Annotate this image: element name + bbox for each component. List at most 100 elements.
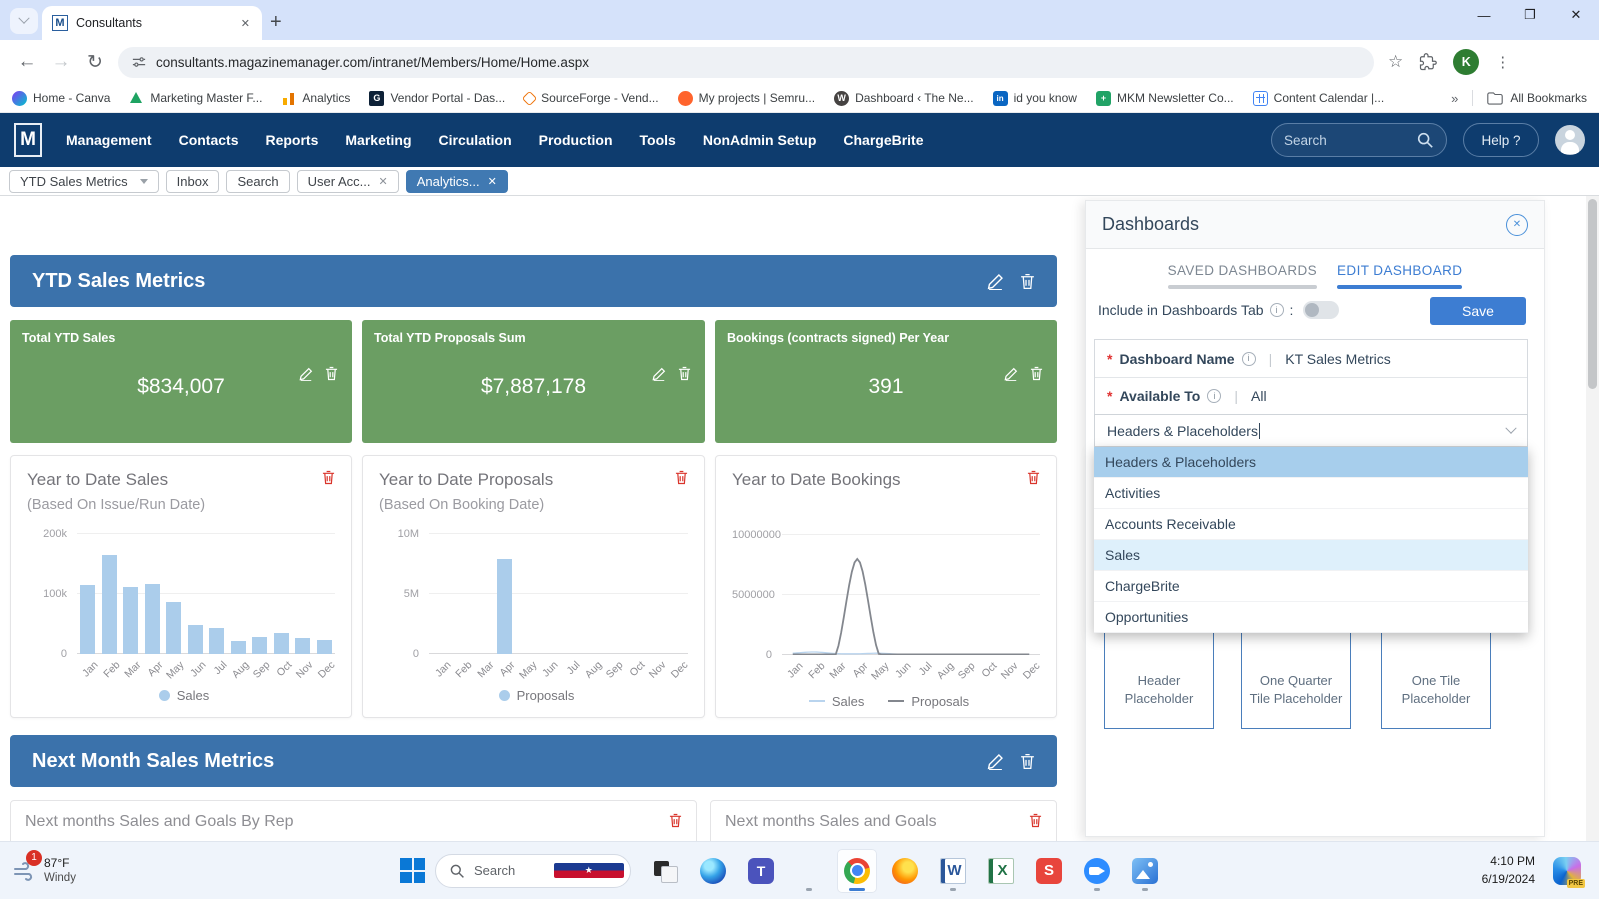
tab-close-icon[interactable]: ✕ xyxy=(379,175,388,188)
nav-item-tools[interactable]: Tools xyxy=(640,132,676,148)
excel-taskbar-icon[interactable]: X xyxy=(981,849,1021,893)
tab-close-icon[interactable]: ✕ xyxy=(488,175,497,188)
word-taskbar-icon[interactable]: W xyxy=(933,849,973,893)
tab-analytics[interactable]: Analytics...✕ xyxy=(406,170,508,193)
dashboard-name-value[interactable]: KT Sales Metrics xyxy=(1285,351,1391,367)
trash-icon[interactable] xyxy=(1020,273,1035,290)
bookmark-star-icon[interactable]: ☆ xyxy=(1388,52,1403,72)
trash-icon[interactable] xyxy=(322,470,335,488)
trash-icon[interactable] xyxy=(678,366,691,381)
edit-icon[interactable] xyxy=(987,273,1004,290)
widget-category-combobox[interactable]: Headers & Placeholders xyxy=(1094,414,1528,447)
info-icon[interactable]: i xyxy=(1207,389,1221,403)
tab-ytd-sales-metrics[interactable]: YTD Sales Metrics xyxy=(9,170,159,193)
bookmark-item[interactable]: My projects | Semru... xyxy=(678,91,815,106)
dropdown-option-headers-placeholders[interactable]: Headers & Placeholders xyxy=(1094,447,1528,478)
file-explorer-taskbar-icon[interactable] xyxy=(789,849,829,893)
nav-item-marketing[interactable]: Marketing xyxy=(345,132,411,148)
nav-item-chargebrite[interactable]: ChargeBrite xyxy=(843,132,923,148)
start-button[interactable] xyxy=(400,858,425,883)
edit-icon[interactable] xyxy=(1004,366,1018,381)
bookmark-item[interactable]: WDashboard ‹ The Ne... xyxy=(834,91,974,106)
chevron-down-icon[interactable] xyxy=(1505,422,1516,433)
tab-search-button[interactable] xyxy=(10,8,38,34)
bookmark-item[interactable]: GVendor Portal - Das... xyxy=(369,91,505,106)
bookmark-item[interactable]: Content Calendar |... xyxy=(1253,91,1385,106)
app-logo[interactable]: M xyxy=(14,123,42,157)
dropdown-option-accounts-receivable[interactable]: Accounts Receivable xyxy=(1094,509,1528,540)
nav-item-circulation[interactable]: Circulation xyxy=(439,132,512,148)
trash-icon[interactable] xyxy=(1029,813,1042,831)
available-to-value[interactable]: All xyxy=(1251,388,1267,404)
trash-icon[interactable] xyxy=(669,813,682,831)
juneteenth-flag-icon[interactable] xyxy=(554,863,625,878)
extensions-icon[interactable] xyxy=(1419,53,1437,71)
tab-inbox[interactable]: Inbox xyxy=(166,170,220,193)
edge-taskbar-icon[interactable] xyxy=(693,849,733,893)
teams-taskbar-icon[interactable]: T xyxy=(741,849,781,893)
snagit-taskbar-icon[interactable]: S xyxy=(1029,849,1069,893)
nav-item-management[interactable]: Management xyxy=(66,132,152,148)
bookmarks-overflow-icon[interactable]: » xyxy=(1451,91,1458,106)
bookmark-item[interactable]: +MKM Newsletter Co... xyxy=(1096,91,1234,106)
trash-icon[interactable] xyxy=(325,366,338,381)
metric-card-total-ytd-sales[interactable]: Total YTD Sales $834,007 xyxy=(10,320,352,443)
firefox-taskbar-icon[interactable] xyxy=(885,849,925,893)
info-icon[interactable]: i xyxy=(1242,352,1256,366)
scrollbar-thumb[interactable] xyxy=(1588,199,1597,389)
metric-card-bookings-per-year[interactable]: Bookings (contracts signed) Per Year 391 xyxy=(715,320,1057,443)
url-bar[interactable]: consultants.magazinemanager.com/intranet… xyxy=(118,47,1374,78)
back-icon[interactable]: ← xyxy=(10,51,44,73)
available-to-field[interactable]: * Available To i | All xyxy=(1095,377,1527,414)
bookmark-item[interactable]: SourceForge - Vend... xyxy=(524,91,658,105)
include-toggle[interactable] xyxy=(1303,301,1339,319)
browser-menu-icon[interactable]: ⋮ xyxy=(1495,53,1510,71)
dropdown-option-sales[interactable]: Sales xyxy=(1094,540,1528,571)
search-icon[interactable] xyxy=(1416,131,1434,149)
browser-tab[interactable]: M Consultants ✕ xyxy=(42,6,262,40)
nav-item-nonadmin-setup[interactable]: NonAdmin Setup xyxy=(703,132,817,148)
reload-icon[interactable]: ↻ xyxy=(78,51,112,74)
trash-icon[interactable] xyxy=(675,470,688,488)
bookmark-item[interactable]: Marketing Master F... xyxy=(129,91,262,106)
new-tab-button[interactable]: + xyxy=(270,12,282,32)
page-scrollbar[interactable] xyxy=(1586,196,1599,841)
bookmark-item[interactable]: Home - Canva xyxy=(12,91,110,106)
tab-search[interactable]: Search xyxy=(226,170,289,193)
zoom-taskbar-icon[interactable] xyxy=(1077,849,1117,893)
dropdown-option-chargebrite[interactable]: ChargeBrite xyxy=(1094,571,1528,602)
maximize-button[interactable]: ❐ xyxy=(1507,0,1553,30)
close-window-button[interactable]: ✕ xyxy=(1553,0,1599,30)
save-button[interactable]: Save xyxy=(1430,297,1526,325)
forward-icon[interactable]: → xyxy=(44,51,78,73)
trash-icon[interactable] xyxy=(1020,753,1035,770)
metric-card-total-ytd-proposals[interactable]: Total YTD Proposals Sum $7,887,178 xyxy=(362,320,705,443)
tab-close-icon[interactable]: ✕ xyxy=(239,15,252,32)
app-search-input[interactable]: Search xyxy=(1271,123,1447,157)
taskbar-search-input[interactable]: Search xyxy=(435,854,631,888)
edit-icon[interactable] xyxy=(299,366,313,381)
info-icon[interactable]: i xyxy=(1270,303,1284,317)
edit-icon[interactable] xyxy=(987,753,1004,770)
nav-item-production[interactable]: Production xyxy=(539,132,613,148)
bookmark-item[interactable]: inid you know xyxy=(993,91,1077,106)
dropdown-option-opportunities[interactable]: Opportunities xyxy=(1094,602,1528,633)
chrome-taskbar-icon[interactable] xyxy=(837,849,877,893)
trash-icon[interactable] xyxy=(1030,366,1043,381)
dropdown-option-activities[interactable]: Activities xyxy=(1094,478,1528,509)
minimize-button[interactable]: — xyxy=(1461,0,1507,30)
tab-saved-dashboards[interactable]: SAVED DASHBOARDS xyxy=(1168,263,1317,289)
user-avatar[interactable] xyxy=(1555,125,1585,155)
site-settings-icon[interactable] xyxy=(132,55,146,69)
dashboard-name-field[interactable]: * Dashboard Name i | KT Sales Metrics xyxy=(1095,340,1527,377)
nav-item-reports[interactable]: Reports xyxy=(265,132,318,148)
trash-icon[interactable] xyxy=(1027,470,1040,488)
tab-edit-dashboard[interactable]: EDIT DASHBOARD xyxy=(1337,263,1462,289)
bookmark-item[interactable]: Analytics xyxy=(281,91,350,106)
edit-icon[interactable] xyxy=(652,366,666,381)
help-button[interactable]: Help ? xyxy=(1463,123,1539,157)
photos-taskbar-icon[interactable] xyxy=(1125,849,1165,893)
system-clock[interactable]: 4:10 PM 6/19/2024 xyxy=(1482,853,1535,888)
tab-user-acc[interactable]: User Acc...✕ xyxy=(297,170,399,193)
copilot-icon[interactable]: PRE xyxy=(1553,857,1581,885)
